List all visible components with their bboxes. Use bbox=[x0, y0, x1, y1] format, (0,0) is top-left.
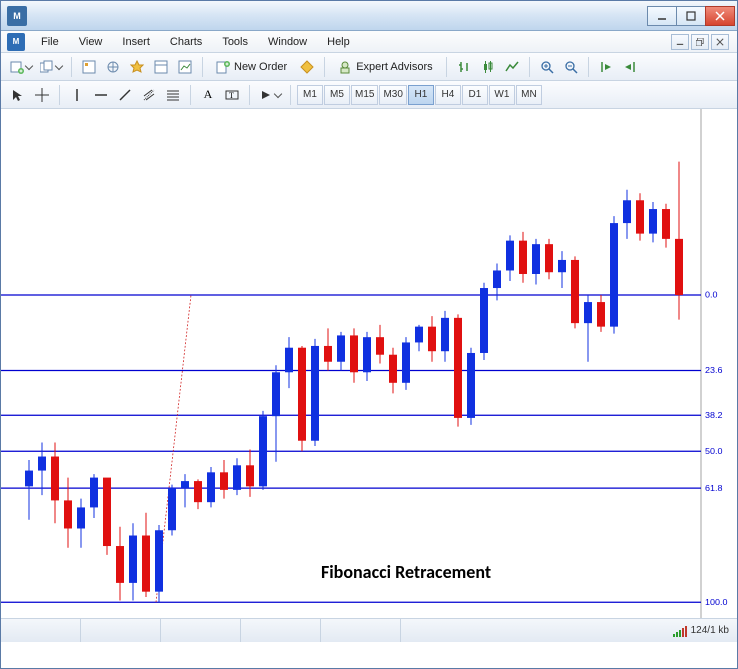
menu-view[interactable]: View bbox=[69, 33, 113, 51]
tf-h4[interactable]: H4 bbox=[435, 85, 461, 105]
zoom-out-button[interactable] bbox=[560, 56, 582, 78]
window-titlebar: M bbox=[1, 1, 737, 31]
expert-advisors-label: Expert Advisors bbox=[356, 61, 432, 73]
trendline-button[interactable] bbox=[114, 84, 136, 106]
bar-chart-button[interactable] bbox=[453, 56, 475, 78]
close-button[interactable] bbox=[705, 6, 735, 26]
menu-tools[interactable]: Tools bbox=[212, 33, 258, 51]
svg-text:61.8: 61.8 bbox=[705, 483, 723, 492]
chart-annotation: Fibonacci Retracement bbox=[321, 561, 491, 583]
connection-status: 124/1 kb bbox=[665, 625, 737, 637]
navigator-button[interactable] bbox=[102, 56, 124, 78]
chart-shift-button[interactable] bbox=[619, 56, 641, 78]
text-button[interactable]: A bbox=[197, 84, 219, 106]
mdi-close-button[interactable] bbox=[711, 34, 729, 50]
tf-m5[interactable]: M5 bbox=[324, 85, 350, 105]
tf-m1[interactable]: M1 bbox=[297, 85, 323, 105]
toolbar-drawing: A T M1 M5 M15 M30 H1 H4 D1 W1 MN bbox=[1, 81, 737, 109]
timeframe-bar: M1 M5 M15 M30 H1 H4 D1 W1 MN bbox=[297, 85, 542, 105]
svg-text:50.0: 50.0 bbox=[705, 446, 723, 455]
chart-area[interactable]: 0.0 23.6 38.2 50.0 61.8 100.0 Fibonacci Retra… bbox=[1, 109, 737, 618]
vertical-line-button[interactable] bbox=[66, 84, 88, 106]
horizontal-line-button[interactable] bbox=[90, 84, 112, 106]
menu-file[interactable]: File bbox=[31, 33, 69, 51]
tf-d1[interactable]: D1 bbox=[462, 85, 488, 105]
connection-bars-icon bbox=[673, 625, 687, 637]
profiles-button[interactable] bbox=[37, 56, 65, 78]
connection-text: 124/1 kb bbox=[691, 625, 729, 636]
app-icon: M bbox=[7, 6, 27, 26]
expert-advisors-button[interactable]: Expert Advisors bbox=[331, 56, 439, 78]
arrows-button[interactable] bbox=[256, 84, 284, 106]
data-window-button[interactable] bbox=[150, 56, 172, 78]
market-watch-button[interactable] bbox=[78, 56, 100, 78]
strategy-tester-button[interactable] bbox=[174, 56, 196, 78]
candlestick-button[interactable] bbox=[477, 56, 499, 78]
channel-button[interactable] bbox=[138, 84, 160, 106]
tf-m30[interactable]: M30 bbox=[379, 85, 406, 105]
metaquotes-button[interactable] bbox=[296, 56, 318, 78]
app-logo-icon: M bbox=[7, 33, 25, 51]
tf-mn[interactable]: MN bbox=[516, 85, 542, 105]
autoscroll-button[interactable] bbox=[595, 56, 617, 78]
svg-text:T: T bbox=[229, 91, 234, 100]
menu-insert[interactable]: Insert bbox=[112, 33, 160, 51]
tf-w1[interactable]: W1 bbox=[489, 85, 515, 105]
maximize-button[interactable] bbox=[676, 6, 706, 26]
text-label-button[interactable]: T bbox=[221, 84, 243, 106]
new-order-label: New Order bbox=[234, 61, 287, 73]
svg-text:38.2: 38.2 bbox=[705, 410, 723, 419]
window-controls bbox=[648, 6, 735, 26]
terminal-star-button[interactable] bbox=[126, 56, 148, 78]
menubar: M File View Insert Charts Tools Window H… bbox=[1, 31, 737, 53]
tf-m15[interactable]: M15 bbox=[351, 85, 378, 105]
line-chart-button[interactable] bbox=[501, 56, 523, 78]
crosshair-button[interactable] bbox=[31, 84, 53, 106]
menu-charts[interactable]: Charts bbox=[160, 33, 212, 51]
menu-window[interactable]: Window bbox=[258, 33, 317, 51]
menu-help[interactable]: Help bbox=[317, 33, 360, 51]
tf-h1[interactable]: H1 bbox=[408, 85, 434, 105]
minimize-button[interactable] bbox=[647, 6, 677, 26]
mdi-restore-button[interactable] bbox=[691, 34, 709, 50]
svg-text:100.0: 100.0 bbox=[705, 597, 728, 606]
fibonacci-button[interactable] bbox=[162, 84, 184, 106]
new-order-button[interactable]: New Order bbox=[209, 56, 294, 78]
mdi-minimize-button[interactable] bbox=[671, 34, 689, 50]
cursor-button[interactable] bbox=[7, 84, 29, 106]
svg-text:23.6: 23.6 bbox=[705, 366, 723, 375]
svg-text:0.0: 0.0 bbox=[705, 290, 718, 299]
new-chart-button[interactable] bbox=[7, 56, 35, 78]
statusbar: 124/1 kb bbox=[1, 618, 737, 642]
zoom-in-button[interactable] bbox=[536, 56, 558, 78]
toolbar-main: New Order Expert Advisors bbox=[1, 53, 737, 81]
